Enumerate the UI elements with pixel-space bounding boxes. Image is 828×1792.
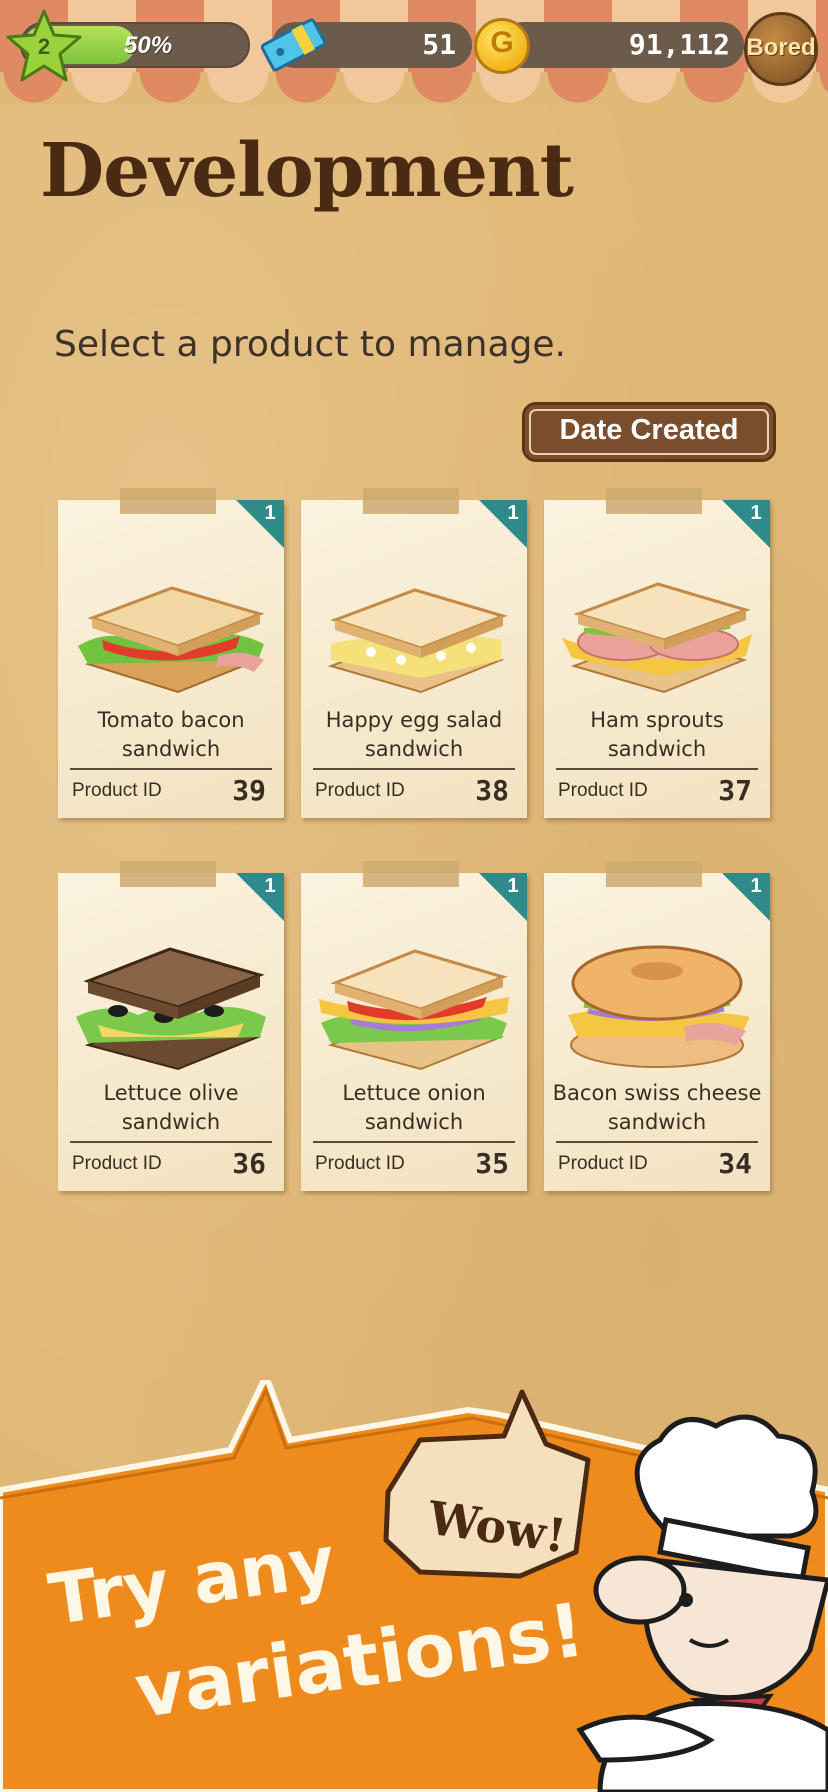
product-card[interactable]: 1 Lettuce onion sandwich Product ID 35	[301, 861, 527, 1191]
sort-button-label: Date Created	[559, 414, 739, 446]
corner-badge-number: 1	[507, 502, 519, 524]
product-card[interactable]: 1 Ham sprouts sandwich Product ID 37	[544, 488, 770, 818]
product-id-label: Product ID	[315, 1153, 405, 1174]
product-id-value: 35	[475, 1147, 509, 1180]
corner-badge-number: 1	[264, 502, 276, 524]
card-divider	[70, 768, 272, 770]
corner-badge-number: 1	[507, 875, 519, 897]
bacon-swiss-cheese-sandwich-image	[568, 945, 750, 1068]
product-name: Bacon swiss cheese sandwich	[552, 1081, 762, 1134]
coin-count: 91,112	[628, 28, 730, 61]
lettuce-onion-sandwich-image	[319, 949, 509, 1071]
card-divider	[313, 1141, 515, 1143]
product-card[interactable]: 1 Happy egg salad sandwich Product ID 38	[301, 488, 527, 818]
product-id-value: 37	[718, 774, 752, 807]
tape-strip	[606, 488, 702, 514]
product-card[interactable]: 1 Tomato bacon sandwich Product ID 39	[58, 488, 284, 818]
card-divider	[556, 768, 758, 770]
corner-badge-number: 1	[750, 502, 762, 524]
egg-salad-sandwich-image	[327, 588, 508, 694]
card-divider	[556, 1141, 758, 1143]
corner-badge-number: 1	[750, 875, 762, 897]
product-name: Happy egg salad sandwich	[325, 708, 503, 761]
product-id-label: Product ID	[315, 780, 405, 801]
product-id-label: Product ID	[72, 780, 162, 801]
product-name: Tomato bacon sandwich	[97, 708, 245, 761]
ticket-count: 51	[422, 28, 456, 61]
coin-symbol: G	[490, 26, 514, 59]
card-divider	[313, 768, 515, 770]
product-name: Lettuce olive sandwich	[103, 1081, 239, 1134]
product-id-value: 38	[475, 774, 509, 807]
lettuce-olive-sandwich-image	[76, 947, 266, 1071]
page-title: Development	[40, 128, 574, 214]
product-card[interactable]: 1 Lettuce olive sandwich Product ID 36	[58, 861, 284, 1191]
product-name: Ham sprouts sandwich	[590, 708, 724, 761]
awning-scallop	[0, 72, 828, 104]
xp-percent-label: 50%	[124, 32, 173, 59]
tape-strip	[606, 861, 702, 887]
corner-badge-number: 1	[264, 875, 276, 897]
product-name: Lettuce onion sandwich	[342, 1081, 486, 1134]
player-level: 2	[37, 34, 51, 59]
product-id-label: Product ID	[558, 780, 648, 801]
tomato-bacon-sandwich-image	[78, 586, 265, 694]
product-id-value: 34	[718, 1147, 752, 1180]
tape-strip	[363, 861, 459, 887]
tape-strip	[120, 488, 216, 514]
ticket-icon	[260, 18, 327, 72]
product-id-value: 36	[232, 1147, 266, 1180]
product-card[interactable]: 1 Bacon swiss cheese sandwich Product ID…	[544, 861, 770, 1191]
product-id-label: Product ID	[72, 1153, 162, 1174]
chef-character-illustration	[576, 1414, 828, 1792]
ham-sprouts-sandwich-image	[562, 582, 752, 694]
tape-strip	[120, 861, 216, 887]
page-subtitle: Select a product to manage.	[54, 324, 566, 365]
tape-strip	[363, 488, 459, 514]
mood-label: Bored	[746, 34, 816, 61]
card-divider	[70, 1141, 272, 1143]
product-id-value: 39	[232, 774, 266, 807]
product-id-label: Product ID	[558, 1153, 648, 1174]
